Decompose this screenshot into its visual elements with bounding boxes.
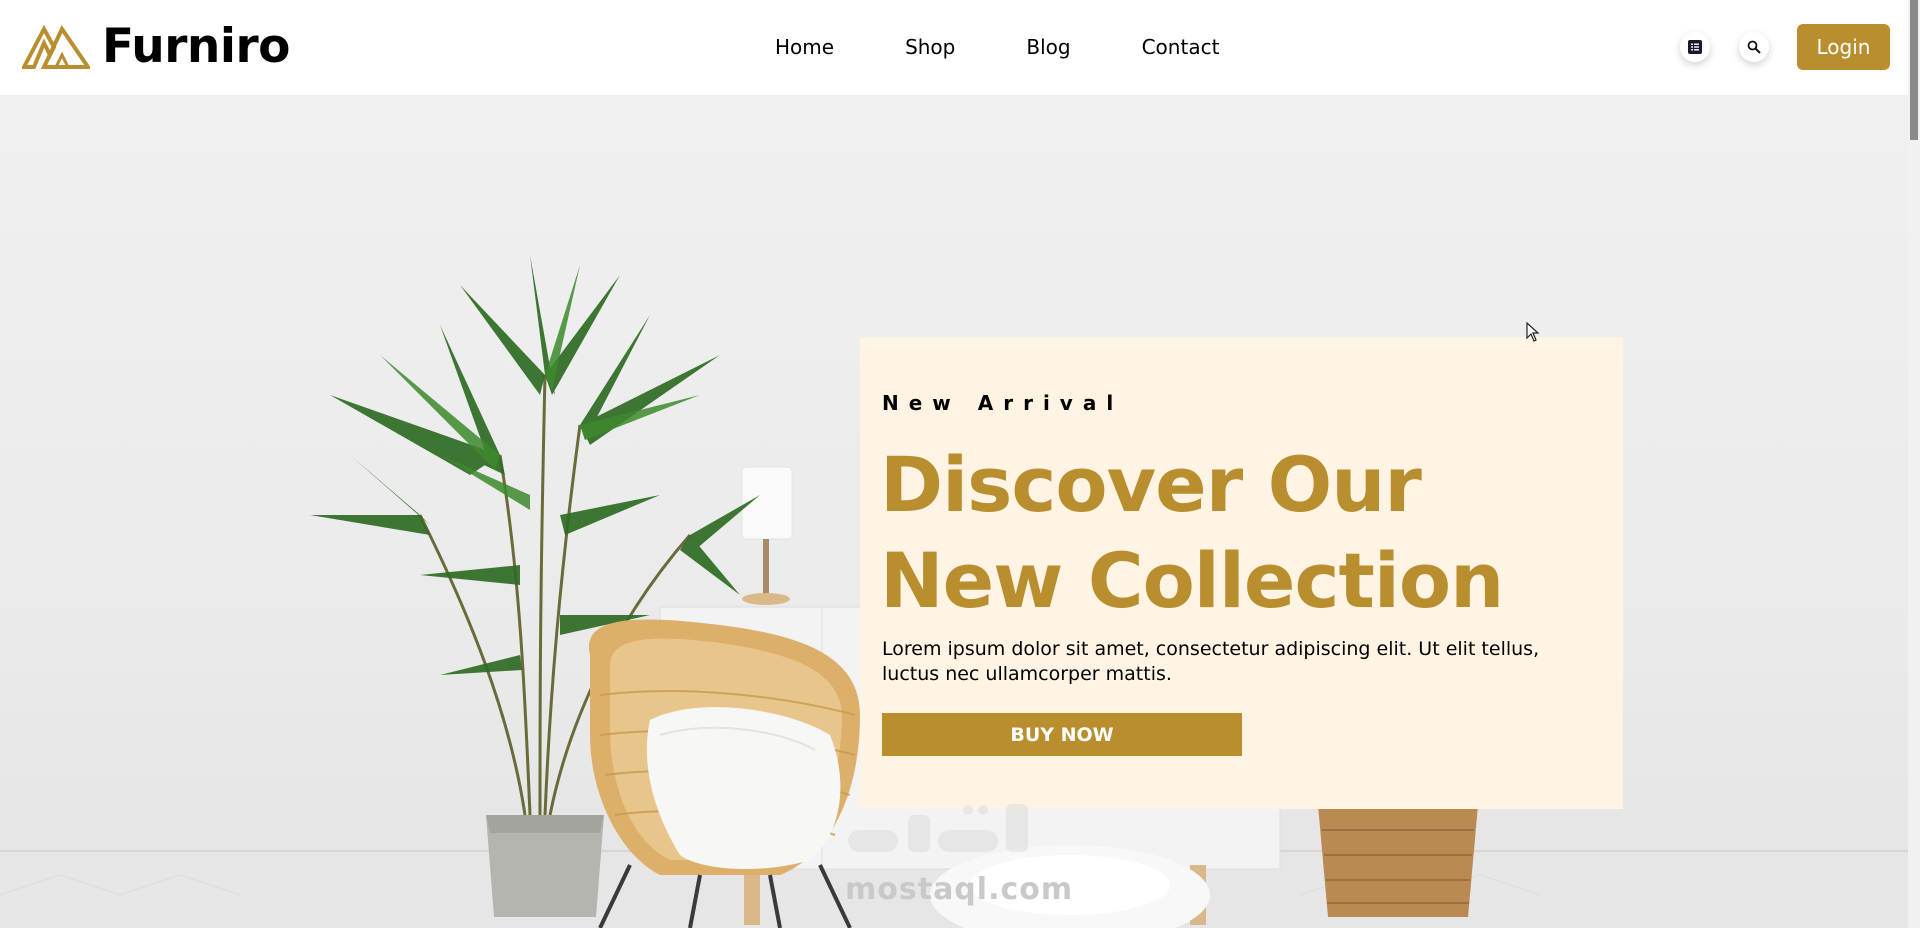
hero-description: Lorem ipsum dolor sit amet, consectetur … [882,638,1540,685]
logo-icon [22,25,90,69]
login-button[interactable]: Login [1797,24,1890,70]
hero-eyebrow: New Arrival [882,391,1124,415]
hero-headline-line-2: New Collection [880,536,1504,625]
list-icon [1688,40,1702,54]
page-scrollbar[interactable] [1908,0,1920,928]
main-nav: Home Shop Blog Contact [775,34,1290,60]
watermark-logo [848,804,1028,852]
hero-headline: Discover Our New Collection [880,437,1600,629]
hero-headline-line-1: Discover Our [880,440,1422,529]
mouse-cursor-icon [1526,322,1540,342]
brand-name: Furniro [102,19,290,74]
nav-item-home[interactable]: Home [775,34,834,60]
search-icon [1747,40,1761,54]
site-header: Furniro Home Shop Blog Contact Login [0,0,1908,95]
search-button[interactable] [1739,32,1769,62]
watermark-text: mostaql.com [845,872,1074,907]
hero-card: New Arrival Discover Our New Collection … [860,337,1623,809]
nav-item-contact[interactable]: Contact [1142,34,1220,60]
scrollbar-thumb[interactable] [1910,0,1918,140]
buy-now-button[interactable]: BUY NOW [882,713,1242,756]
nav-item-shop[interactable]: Shop [905,34,955,60]
menu-button[interactable] [1680,32,1710,62]
nav-item-blog[interactable]: Blog [1026,34,1070,60]
logo[interactable]: Furniro [22,22,290,72]
